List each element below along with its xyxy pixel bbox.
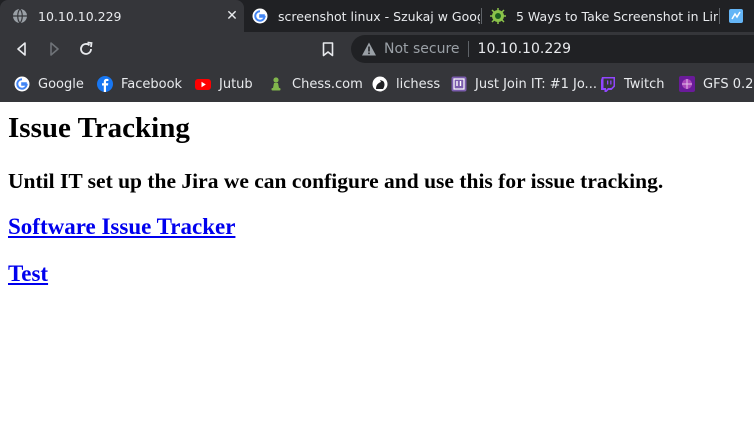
bookmark-label: Twitch <box>624 76 665 92</box>
bookmark-chess[interactable]: Chess.com <box>268 75 363 93</box>
page-title: Issue Tracking <box>8 112 190 144</box>
tab-extra[interactable] <box>720 0 754 32</box>
tab-title: 5 Ways to Take Screenshot in Linu <box>516 8 718 24</box>
address-bar[interactable]: Not secure 10.10.10.229 <box>351 35 754 63</box>
forward-arrow-icon <box>50 42 59 56</box>
web-page-content: Issue Tracking Until IT set up the Jira … <box>0 102 754 424</box>
google-icon <box>252 8 268 24</box>
url-text[interactable]: 10.10.10.229 <box>478 41 572 57</box>
link-software-issue-tracker[interactable]: Software Issue Tracker <box>8 214 235 240</box>
bookmark-label: Facebook <box>121 76 183 92</box>
tab-title: 10.10.10.229 <box>38 8 122 24</box>
close-tab-icon[interactable]: ✕ <box>224 8 240 24</box>
gfs-icon <box>679 76 695 92</box>
bookmark-label: Just Join IT: #1 Jo... <box>475 76 597 92</box>
back-button[interactable] <box>13 40 31 58</box>
bookmark-facebook[interactable]: Facebook <box>97 75 182 93</box>
bookmark-label: GFS 0.25 <box>703 76 754 92</box>
bookmark-lichess[interactable]: lichess <box>372 75 440 93</box>
bookmark-justjoinit[interactable]: Just Join IT: #1 Jo... <box>451 75 597 93</box>
twitch-icon <box>601 77 615 92</box>
facebook-icon <box>97 76 113 92</box>
tab-google-search[interactable]: screenshot linux - Szukaj w Google <box>244 0 480 32</box>
bookmark-twitch[interactable]: Twitch <box>600 75 665 93</box>
site-icon <box>490 8 506 24</box>
youtube-icon <box>195 79 211 90</box>
bookmark-icon <box>322 41 334 56</box>
tab-screenshot-article[interactable]: 5 Ways to Take Screenshot in Linu <box>482 0 718 32</box>
security-status-label[interactable]: Not secure <box>384 41 460 57</box>
tab-strip: 10.10.10.229 ✕ screenshot linux - Szukaj… <box>0 0 754 32</box>
bookmark-jutub[interactable]: Jutub <box>195 75 253 93</box>
reload-icon <box>80 41 93 55</box>
reload-button[interactable] <box>77 40 95 58</box>
bookmark-label: Chess.com <box>292 76 363 92</box>
google-icon <box>14 76 30 92</box>
omnibox-divider <box>467 41 469 57</box>
site-icon <box>729 9 743 23</box>
chess-pawn-icon <box>271 77 281 91</box>
lichess-icon <box>372 76 388 92</box>
browser-chrome: 10.10.10.229 ✕ screenshot linux - Szukaj… <box>0 0 754 102</box>
bookmark-label: Google <box>38 76 84 92</box>
bookmark-google[interactable]: Google <box>14 75 84 93</box>
tab-title: screenshot linux - Szukaj w Google <box>278 8 480 24</box>
tab-active[interactable]: 10.10.10.229 ✕ <box>0 0 244 32</box>
bookmark-gfs[interactable]: GFS 0.25 <box>679 75 754 93</box>
forward-button[interactable] <box>45 40 63 58</box>
page-subtitle: Until IT set up the Jira we can configur… <box>8 169 664 193</box>
link-test[interactable]: Test <box>8 261 48 287</box>
globe-icon <box>13 8 27 24</box>
bookmark-label: lichess <box>396 76 441 92</box>
bookmark-page-button[interactable] <box>319 40 337 58</box>
navigation-toolbar: Not secure 10.10.10.229 <box>0 32 754 66</box>
justjoinit-icon <box>451 76 467 92</box>
bookmark-label: Jutub <box>219 76 253 92</box>
bookmarks-bar: Google Facebook Jutub Chess.com lichess … <box>0 66 754 102</box>
back-arrow-icon <box>17 42 26 56</box>
warning-triangle-icon <box>362 42 376 56</box>
